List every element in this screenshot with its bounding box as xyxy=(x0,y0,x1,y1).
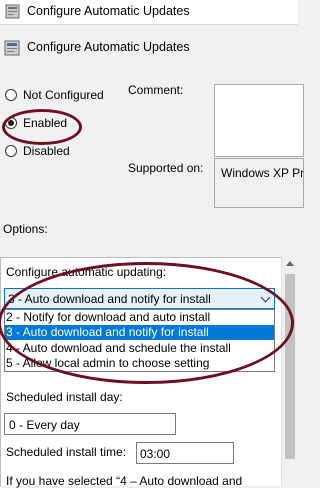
schedule-day-label: Scheduled install day: xyxy=(6,390,123,404)
disabled-radio[interactable] xyxy=(5,145,17,157)
not-configured-label[interactable]: Not Configured xyxy=(23,88,104,102)
comment-label: Comment: xyxy=(128,83,184,97)
policy-icon xyxy=(5,4,20,19)
window-title: Configure Automatic Updates xyxy=(27,4,190,18)
options-label: Options: xyxy=(3,222,48,236)
scroll-thumb[interactable] xyxy=(285,274,295,459)
supported-on-label: Supported on: xyxy=(128,161,204,175)
dropdown-annotation-ellipse xyxy=(0,262,294,384)
schedule-time-value: 03:00 xyxy=(140,447,171,461)
disabled-label[interactable]: Disabled xyxy=(23,144,70,158)
schedule-day-value: 0 - Every day xyxy=(9,418,80,432)
schedule-time-label: Scheduled install time: xyxy=(6,445,127,459)
enabled-annotation-ellipse xyxy=(2,109,82,145)
not-configured-radio[interactable] xyxy=(5,89,17,101)
comment-field[interactable] xyxy=(214,84,304,157)
policy-title: Configure Automatic Updates xyxy=(27,40,190,54)
options-scrollbar[interactable] xyxy=(281,257,298,486)
schedule-time-select[interactable]: 03:00 xyxy=(136,442,234,464)
supported-on-value: Windows XP Pr xyxy=(221,166,304,180)
title-bar: Configure Automatic Updates xyxy=(0,0,298,25)
policy-icon xyxy=(4,40,20,56)
supported-on-field: Windows XP Pr xyxy=(214,158,304,208)
scroll-up-arrow[interactable] xyxy=(286,261,294,266)
schedule-day-select[interactable]: 0 - Every day xyxy=(4,413,176,435)
